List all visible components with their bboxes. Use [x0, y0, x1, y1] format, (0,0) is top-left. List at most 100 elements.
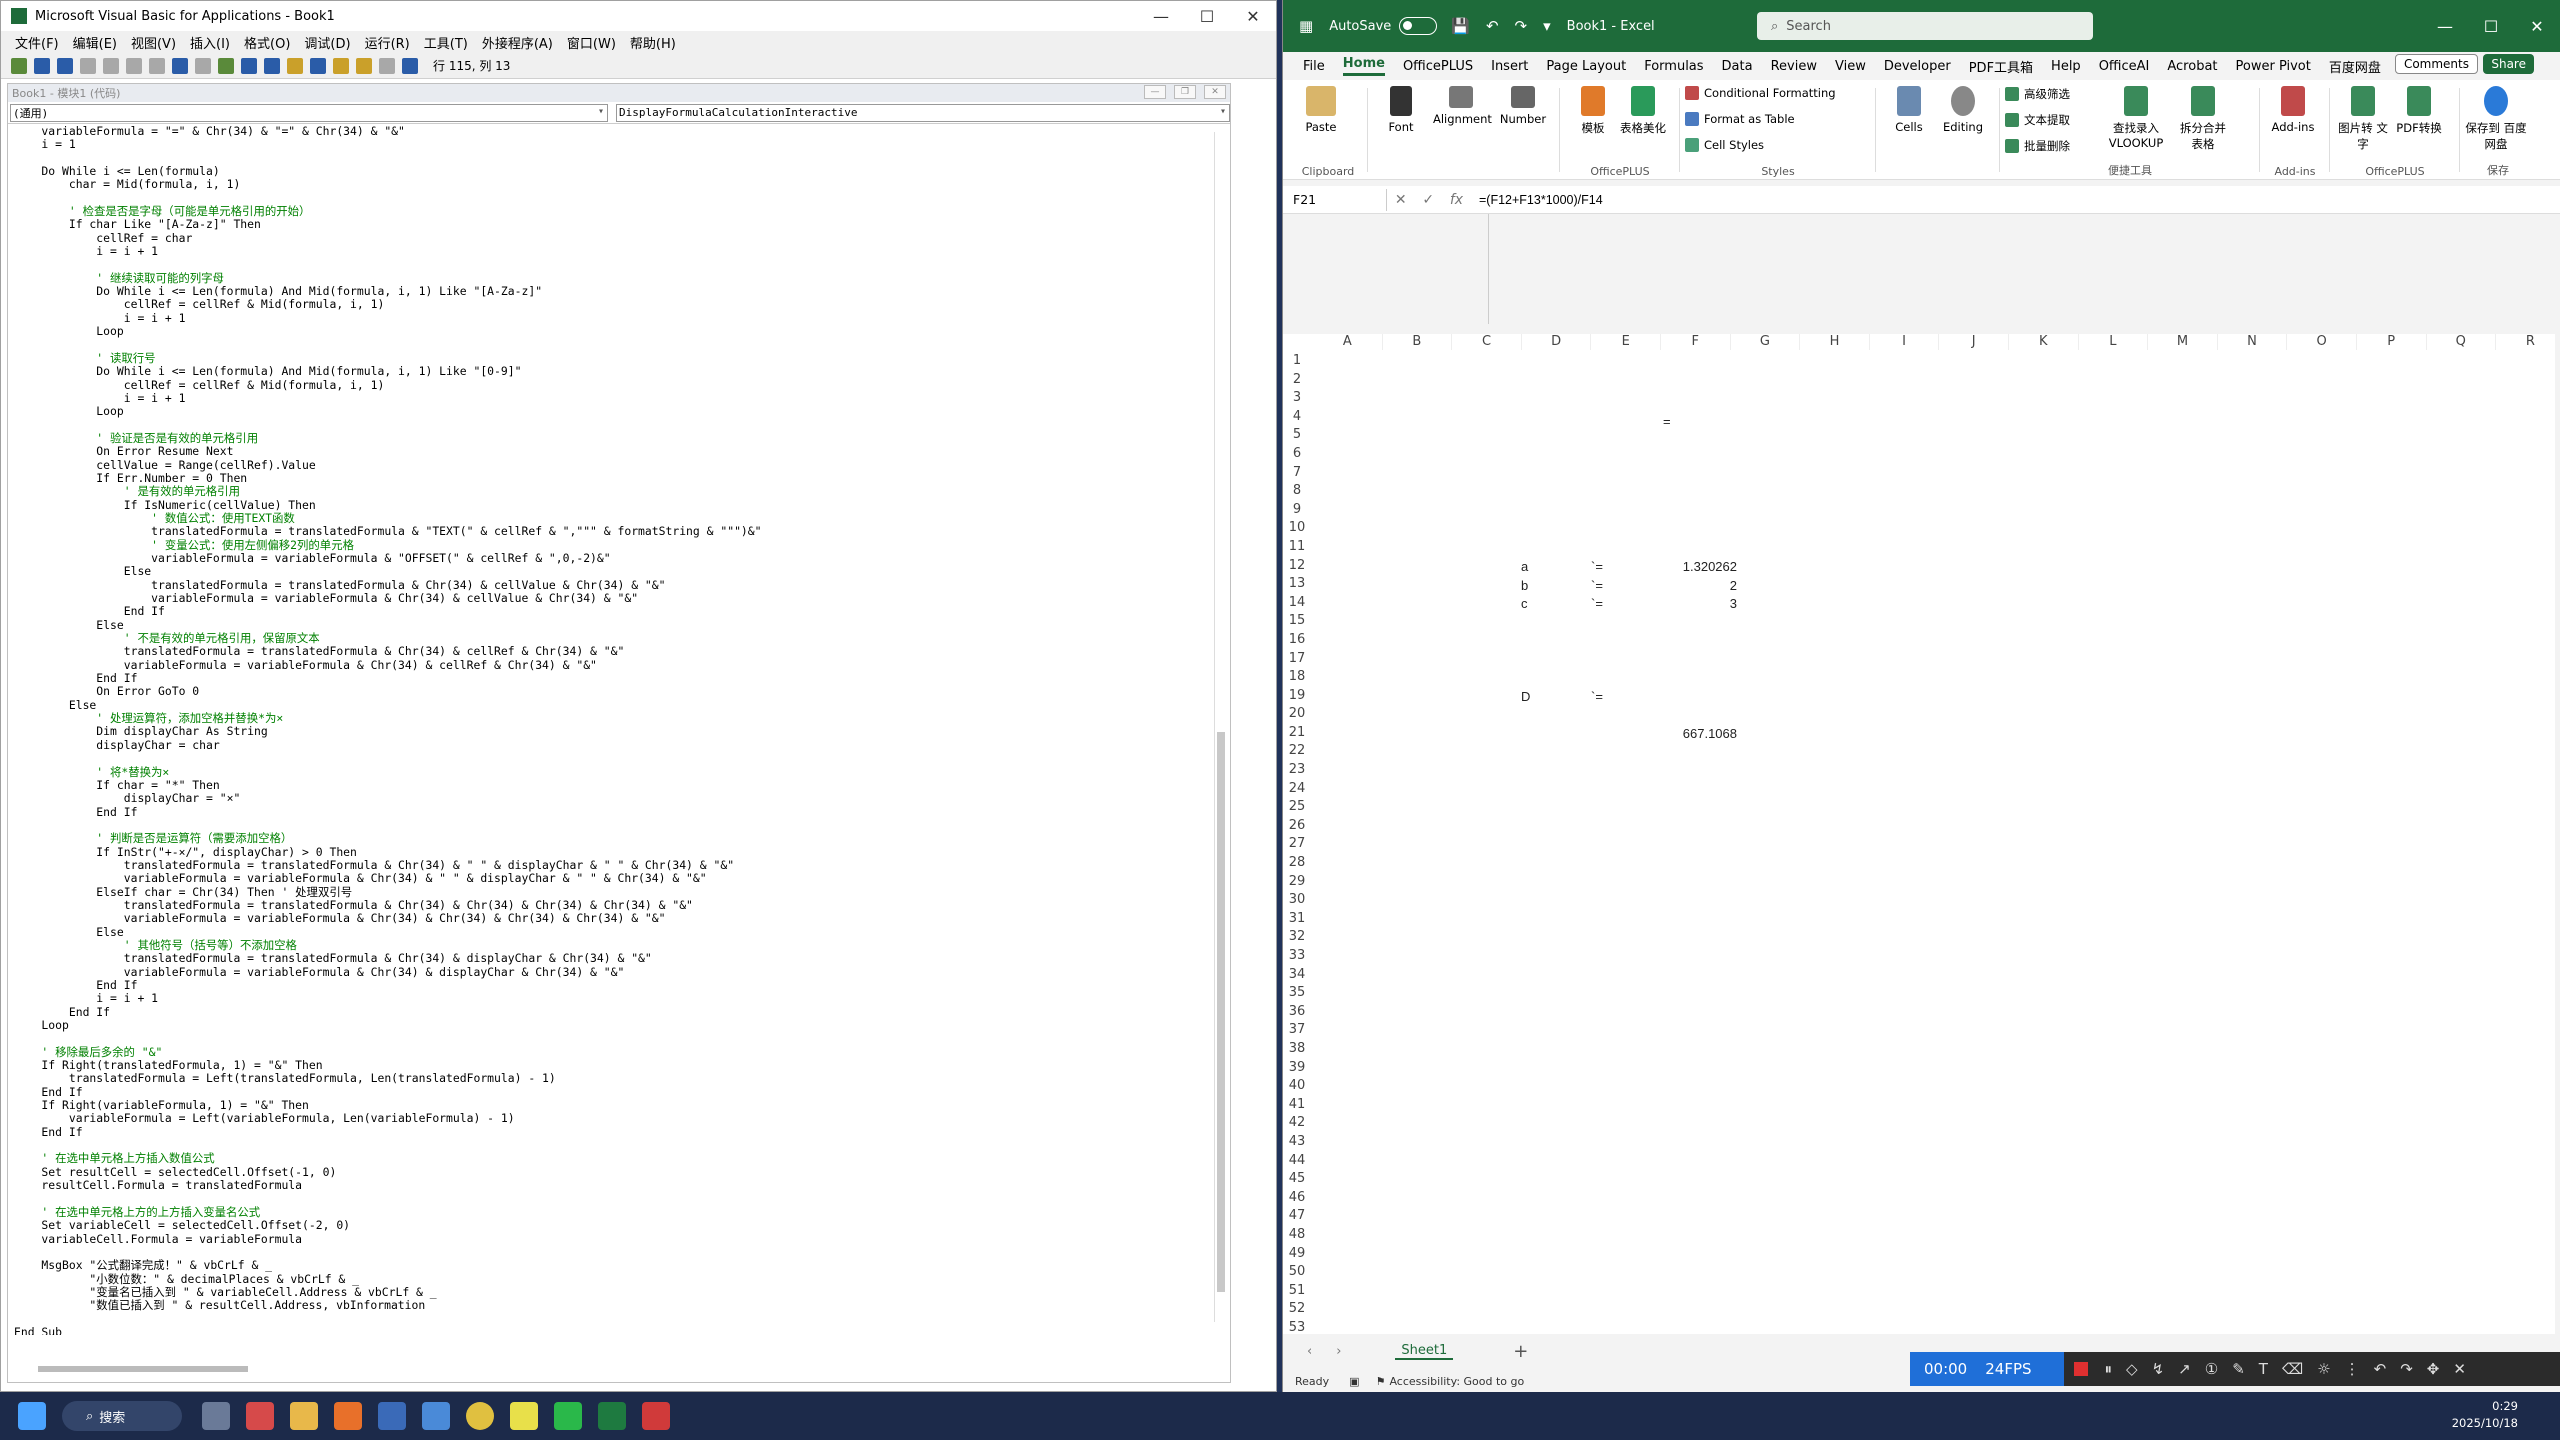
row-header[interactable]: 19	[1283, 687, 1311, 706]
excel-icon[interactable]	[598, 1402, 626, 1430]
cut-icon[interactable]	[80, 57, 96, 74]
row-header[interactable]: 36	[1283, 1003, 1311, 1022]
help-icon[interactable]	[402, 57, 418, 74]
row-header[interactable]: 35	[1283, 984, 1311, 1003]
tab-help[interactable]: Help	[2051, 59, 2081, 74]
menu-file[interactable]: 文件(F)	[15, 33, 59, 52]
close-icon[interactable]: ✕	[1230, 1, 1276, 31]
search-input[interactable]: ⌕ Search	[1757, 12, 2093, 40]
copy-icon[interactable]	[103, 57, 119, 74]
redo-icon[interactable]: ↷	[1515, 17, 1528, 35]
cell-f13[interactable]: 2	[1665, 578, 1737, 593]
code-vertical-scrollbar[interactable]	[1214, 132, 1226, 1322]
row-header[interactable]: 50	[1283, 1263, 1311, 1282]
tab-review[interactable]: Review	[1771, 59, 1817, 74]
row-header[interactable]: 28	[1283, 854, 1311, 873]
image-to-text-button[interactable]: 图片转 文字	[2335, 80, 2391, 152]
row-header[interactable]: 24	[1283, 780, 1311, 799]
row-header[interactable]: 4	[1283, 408, 1311, 427]
tab-officeplus[interactable]: OfficePLUS	[1403, 59, 1473, 74]
cell-f12[interactable]: 1.320262	[1665, 559, 1737, 574]
system-clock[interactable]: 0:29 2025/10/18	[2452, 1398, 2518, 1432]
minimize-icon[interactable]: —	[2422, 0, 2468, 52]
wechat-icon[interactable]	[554, 1402, 582, 1430]
paste-icon[interactable]	[126, 57, 142, 74]
row-header[interactable]: 45	[1283, 1170, 1311, 1189]
move-icon[interactable]: ✥	[2427, 1360, 2440, 1378]
template-button[interactable]: 模板	[1565, 80, 1621, 136]
font-button[interactable]: Font	[1373, 80, 1429, 134]
close-icon[interactable]: ✕	[2453, 1360, 2466, 1378]
tab-insert[interactable]: Insert	[1491, 59, 1528, 74]
task-view-icon[interactable]	[202, 1402, 230, 1430]
tab-page-layout[interactable]: Page Layout	[1546, 59, 1626, 74]
row-header[interactable]: 38	[1283, 1040, 1311, 1059]
row-header[interactable]: 18	[1283, 668, 1311, 687]
row-header[interactable]: 5	[1283, 426, 1311, 445]
batch-delete-button[interactable]: 批量删除	[2005, 138, 2070, 154]
row-header[interactable]: 32	[1283, 928, 1311, 947]
editing-button[interactable]: Editing	[1935, 80, 1991, 134]
start-icon[interactable]	[18, 1402, 46, 1430]
column-header[interactable]: G	[1731, 334, 1801, 350]
row-header[interactable]: 7	[1283, 464, 1311, 483]
file-explorer-icon[interactable]	[290, 1402, 318, 1430]
maximize-icon[interactable]: ☐	[1184, 1, 1230, 31]
menu-window[interactable]: 窗口(W)	[567, 33, 616, 52]
spotlight-icon[interactable]: ☼	[2317, 1360, 2330, 1378]
alignment-button[interactable]: Alignment	[1433, 80, 1492, 126]
redo-icon[interactable]: ↷	[2400, 1360, 2413, 1378]
row-header[interactable]: 10	[1283, 519, 1311, 538]
undo-icon[interactable]: ↶	[2374, 1360, 2387, 1378]
row-header[interactable]: 43	[1283, 1133, 1311, 1152]
run-icon[interactable]	[218, 57, 234, 74]
close-icon[interactable]: ✕	[2514, 0, 2560, 52]
row-header[interactable]: 40	[1283, 1077, 1311, 1096]
column-header[interactable]: Q	[2427, 334, 2497, 350]
curve-icon[interactable]: ↯	[2152, 1360, 2165, 1378]
tab-power-pivot[interactable]: Power Pivot	[2236, 59, 2311, 74]
column-header[interactable]: N	[2218, 334, 2288, 350]
advanced-filter-button[interactable]: 高级筛选	[2005, 86, 2070, 102]
design-mode-icon[interactable]	[287, 57, 303, 74]
tab-home[interactable]: Home	[1342, 56, 1385, 76]
procedure-combo[interactable]: DisplayFormulaCalculationInteractive	[616, 103, 1230, 122]
row-header[interactable]: 13	[1283, 575, 1311, 594]
cell-styles-button[interactable]: Cell Styles	[1685, 138, 1764, 152]
save-icon[interactable]	[57, 57, 73, 74]
chrome-icon[interactable]	[466, 1402, 494, 1430]
autosave-toggle[interactable]	[1399, 17, 1438, 35]
menu-edit[interactable]: 编辑(E)	[73, 33, 117, 52]
code-editor[interactable]: variableFormula = "=" & Chr(34) & "=" & …	[14, 125, 1204, 1335]
row-header[interactable]: 22	[1283, 742, 1311, 761]
row-header[interactable]: 29	[1283, 873, 1311, 892]
column-header[interactable]: M	[2148, 334, 2218, 350]
cell-f4[interactable]: =	[1663, 414, 1671, 429]
column-header[interactable]: B	[1383, 334, 1453, 350]
tab-baidu[interactable]: 百度网盘	[2329, 57, 2381, 76]
row-header[interactable]: 27	[1283, 835, 1311, 854]
code-minimize-icon[interactable]: —	[1144, 85, 1166, 99]
row-header[interactable]: 9	[1283, 501, 1311, 520]
redo-icon[interactable]	[195, 57, 211, 74]
row-header[interactable]: 23	[1283, 761, 1311, 780]
menu-addins[interactable]: 外接程序(A)	[482, 33, 553, 52]
toolbox-icon[interactable]	[379, 57, 395, 74]
menu-view[interactable]: 视图(V)	[131, 33, 176, 52]
cell-f14[interactable]: 3	[1665, 596, 1737, 611]
menu-run[interactable]: 运行(R)	[365, 33, 410, 52]
next-sheet-icon[interactable]: ›	[1336, 1344, 1341, 1359]
prev-sheet-icon[interactable]: ‹	[1307, 1344, 1312, 1359]
row-header[interactable]: 30	[1283, 891, 1311, 910]
project-explorer-icon[interactable]	[310, 57, 326, 74]
properties-icon[interactable]	[333, 57, 349, 74]
pen-icon[interactable]: ✎	[2232, 1360, 2245, 1378]
view-excel-icon[interactable]	[11, 57, 27, 74]
break-icon[interactable]	[241, 57, 257, 74]
cell-d19[interactable]: D	[1521, 689, 1530, 704]
save-baidu-button[interactable]: 保存到 百度网盘	[2465, 80, 2527, 152]
row-header[interactable]: 49	[1283, 1245, 1311, 1264]
column-header[interactable]: K	[2009, 334, 2079, 350]
row-header[interactable]: 31	[1283, 910, 1311, 929]
enter-icon[interactable]: ✓	[1422, 192, 1434, 208]
